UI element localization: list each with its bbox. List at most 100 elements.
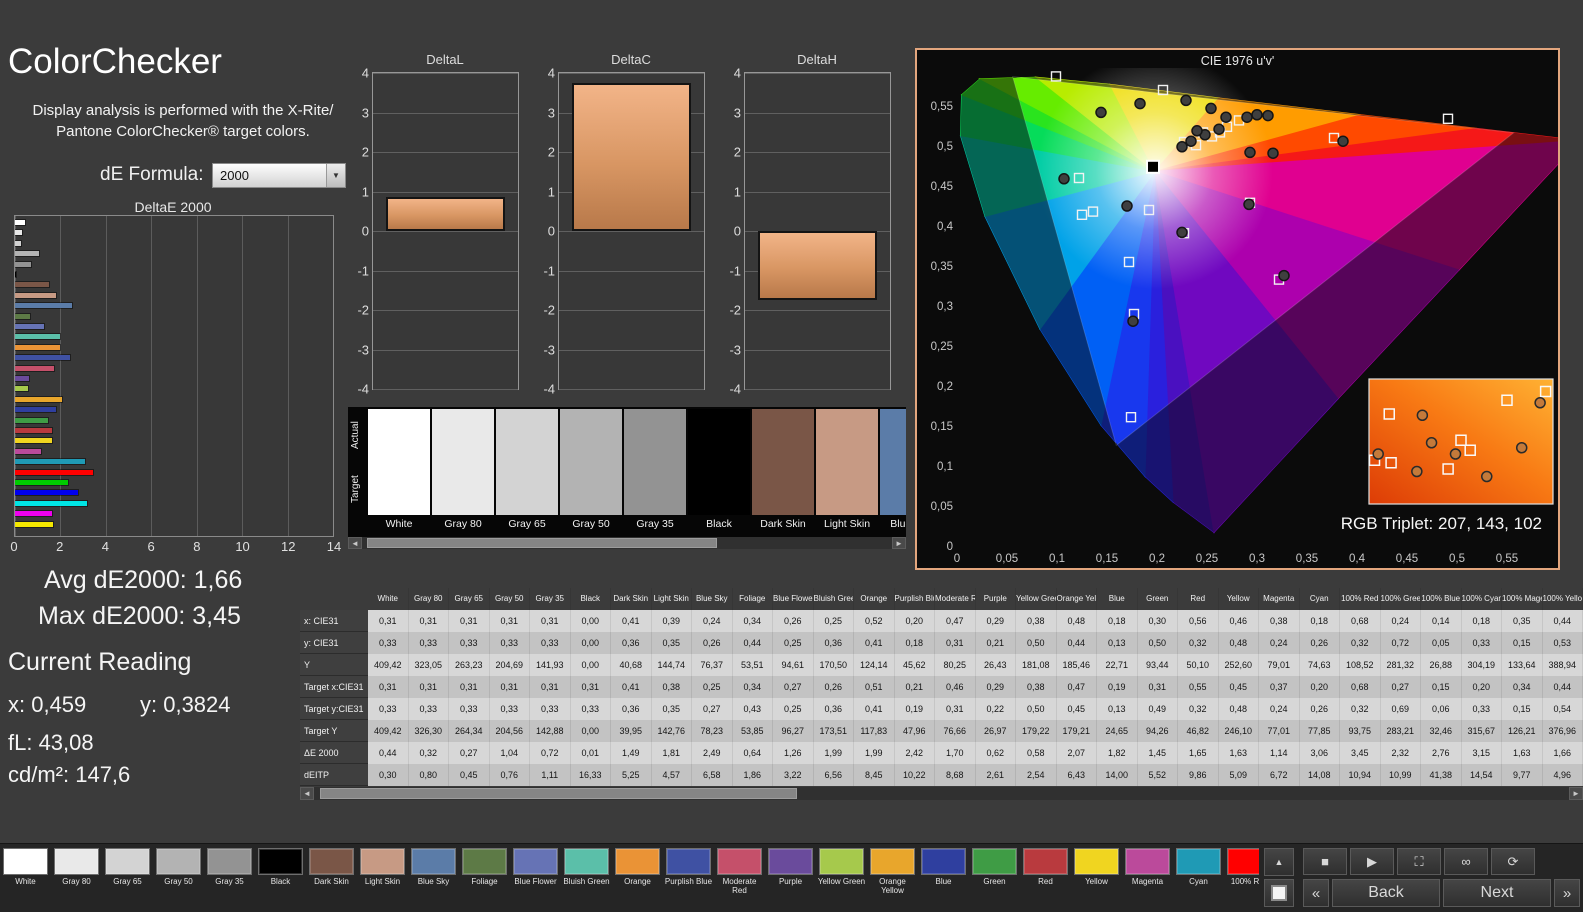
deltae-bar [15,511,52,516]
column-header: Blue [1097,588,1138,610]
scroll-left-arrow[interactable]: ◄ [300,787,314,800]
row-header: ΔE 2000 [300,742,368,764]
toolbar-patch-button[interactable]: Red [1020,844,1071,912]
strip-scrollbar[interactable]: ◄► [348,537,906,549]
table-cell: 0,00 [571,632,612,654]
table-cell: 0,44 [1543,676,1583,698]
axis-tick-label: 0,55 [1496,553,1518,565]
scroll-right-arrow[interactable]: ► [892,537,906,549]
toolbar-patch-button[interactable]: Gray 65 [102,844,153,912]
scrollbar-track[interactable] [362,537,892,549]
patch-label: Foliage [460,877,510,886]
toolbar-patch-button[interactable]: Dark Skin [306,844,357,912]
next-chevron-button[interactable]: » [1554,879,1580,907]
table-cell: 10,94 [1340,764,1381,786]
toolbar-patch-button[interactable]: Green [969,844,1020,912]
actual-color [624,409,686,462]
actual-color [368,409,430,462]
toolbar-patch-button[interactable]: Gray 80 [51,844,102,912]
toolbar-patch-button[interactable]: Foliage [459,844,510,912]
scroll-up-button[interactable]: ▲ [1264,848,1294,876]
stop-icon[interactable]: ■ [1303,848,1347,875]
measured-point [1214,124,1224,134]
table-cell: 1,99 [814,742,855,764]
de-formula-select[interactable]: 2000 ▼ [212,163,346,188]
table-cell: 0,44 [1057,632,1098,654]
scrollbar-thumb[interactable] [367,538,717,548]
loop-icon[interactable]: ∞ [1444,848,1488,875]
cie-diagram-panel: CIE 1976 u'v' 00,050,10,150,20,250,30,35… [915,48,1560,570]
back-button[interactable]: Back [1332,879,1440,907]
toolbar-patch-button[interactable]: Yellow [1071,844,1122,912]
row-header: Y [300,654,368,676]
column-header: Light Skin [652,588,693,610]
scrollbar-thumb[interactable] [320,788,797,799]
toolbar-patch-button[interactable]: Blue Flower [510,844,561,912]
play-icon[interactable]: ▶ [1350,848,1394,875]
table-cell: 0,52 [854,610,895,632]
column-header: White [368,588,409,610]
toolbar-patch-button[interactable]: 100% Red [1224,844,1259,912]
patch-window-button[interactable] [1264,879,1294,907]
toolbar-patch-button[interactable]: Blue [918,844,969,912]
toolbar-patch-button[interactable]: Purple [765,844,816,912]
patch-label: White [1,877,51,886]
axis-tick-label: 0,45 [931,181,953,193]
axis-tick-label: -2 [533,303,555,318]
table-cell: 2,49 [692,742,733,764]
scroll-right-arrow[interactable]: ► [1569,787,1583,800]
table-cell: 0,20 [895,610,936,632]
actual-color [880,409,906,462]
table-cell: 409,42 [368,654,409,676]
target-color [432,462,494,515]
toolbar-patch-button[interactable]: Black [255,844,306,912]
back-chevron-button[interactable]: « [1303,879,1329,907]
refresh-icon[interactable]: ⟳ [1491,848,1535,875]
toolbar-patch-button[interactable]: Bluish Green [561,844,612,912]
toolbar-patch-button[interactable]: Orange [612,844,663,912]
scroll-left-arrow[interactable]: ◄ [348,537,362,549]
toolbar-patch-button[interactable]: Light Skin [357,844,408,912]
toolbar-patch-button[interactable]: Blue Sky [408,844,459,912]
toolbar-patch-button[interactable]: Purplish Blue [663,844,714,912]
table-cell: 47,96 [895,720,936,742]
table-scrollbar[interactable]: ◄► [300,787,1583,800]
table-cell: 0,53 [1543,632,1583,654]
scrollbar-track[interactable] [314,787,1569,800]
column-header: Yellow [1219,588,1260,610]
patch-color [1227,848,1259,875]
toolbar-patch-button[interactable]: Moderate Red [714,844,765,912]
app-description: Display analysis is performed with the X… [16,100,350,142]
gridline [745,152,890,153]
table-cell: 1,70 [935,742,976,764]
table-cell: 0,36 [814,632,855,654]
toolbar-patch-button[interactable]: Yellow Green [816,844,867,912]
table-cell: 14,54 [1462,764,1503,786]
axis-tick-label: 14 [327,539,341,554]
table-cell: 26,88 [1421,654,1462,676]
table-cell: 0,24 [1381,610,1422,632]
table-cell: 14,00 [1097,764,1138,786]
axis-tick-label: 0,4 [937,221,954,233]
axis-tick-label: 3 [347,105,369,120]
inset-measured-point [1373,449,1383,459]
deltae-bar [15,470,93,475]
table-cell: 1,65 [1178,742,1219,764]
toolbar-patch-button[interactable]: Magenta [1122,844,1173,912]
axis-tick-label: 12 [281,539,295,554]
toolbar-patch-button[interactable]: Gray 35 [204,844,255,912]
toolbar-patch-button[interactable]: Cyan [1173,844,1224,912]
toolbar-patch-button[interactable]: Gray 50 [153,844,204,912]
table-cell: 26,97 [976,720,1017,742]
column-header: Yellow Green [1016,588,1057,610]
patch-comparison-strip: Actual Target WhiteGray 80Gray 65Gray 50… [348,407,906,549]
toolbar-patch-button[interactable]: Orange Yellow [867,844,918,912]
fullscreen-icon[interactable]: ⛶ [1397,848,1441,875]
toolbar-patch-button[interactable]: White [0,844,51,912]
table-cell: 181,08 [1016,654,1057,676]
axis-tick-label: -4 [719,382,741,397]
reading-cdm2-value: cd/m²: 147,6 [8,762,130,788]
patch-label: Light Skin [824,518,870,530]
next-button[interactable]: Next [1443,879,1551,907]
measured-point [1244,199,1254,209]
